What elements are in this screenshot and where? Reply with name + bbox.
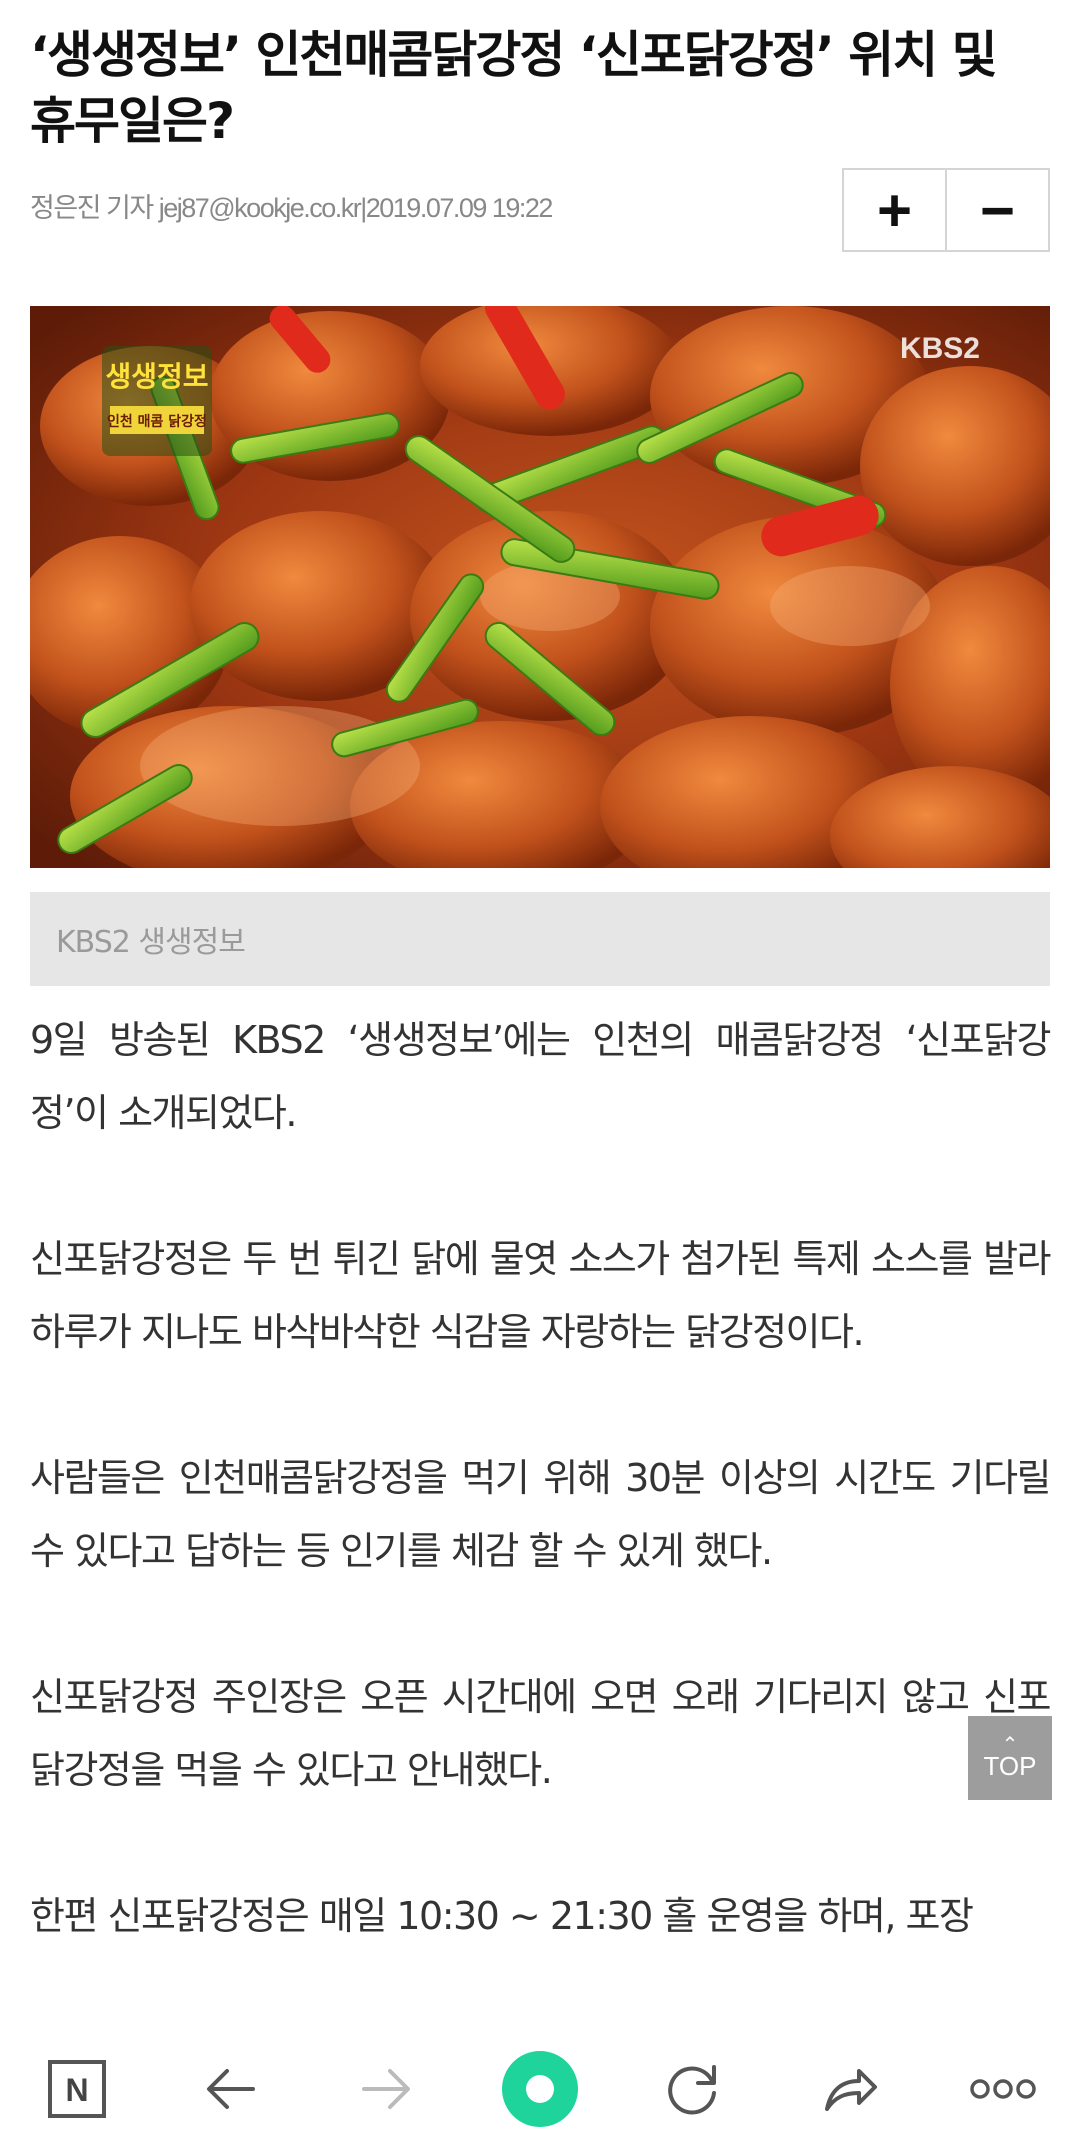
page: ‘생생정보’ 인천매콤닭강정 ‘신포닭강정’ 위치 및 휴무일은? 정은진 기자… <box>0 0 1080 2147</box>
arrow-right-icon <box>361 2068 410 2109</box>
scroll-top-button[interactable]: ⌃ TOP <box>968 1716 1052 1800</box>
share-icon <box>824 2068 877 2111</box>
article: ‘생생정보’ 인천매콤닭강정 ‘신포닭강정’ 위치 및 휴무일은? 정은진 기자… <box>30 0 1052 2026</box>
share-button[interactable] <box>799 2039 899 2139</box>
naver-n-label: N <box>66 2072 89 2108</box>
show-logo-text: 생생정보 <box>105 360 208 393</box>
byline-datetime: 2019.07.09 19:22 <box>365 193 554 223</box>
font-size-controls: + − <box>842 168 1050 252</box>
paragraph: 사람들은 인천매콤닭강정을 먹기 위해 30분 이상의 시간도 기다릴 수 있다… <box>30 1456 1052 1573</box>
font-decrease-button[interactable]: − <box>945 170 1048 250</box>
article-photo: 생생정보 인천 매콤 닭강정 KBS2 <box>30 306 1050 868</box>
byline-author: 정은진 기자 <box>30 193 154 223</box>
refresh-icon <box>668 2064 717 2114</box>
paragraph: 신포닭강정은 두 번 튀긴 닭에 물엿 소스가 첨가된 특제 소스를 발라 하루… <box>30 1237 1052 1354</box>
paragraph: 9일 방송된 KBS2 ‘생생정보’에는 인천의 매콤닭강정 ‘신포닭강정’이 … <box>30 1018 1052 1135</box>
meta-row: 정은진 기자 jej87@kookje.co.kr|2019.07.09 19:… <box>30 168 1050 258</box>
refresh-button[interactable] <box>644 2039 744 2139</box>
arrow-left-icon <box>207 2068 256 2109</box>
back-button[interactable] <box>181 2039 281 2139</box>
fried-chicken-image: 생생정보 인천 매콤 닭강정 KBS2 <box>30 306 1050 868</box>
naver-n-icon: N <box>48 2059 107 2118</box>
photo-caption: KBS2 생생정보 <box>30 892 1050 986</box>
more-button[interactable] <box>953 2039 1053 2139</box>
byline-email[interactable]: jej87@kookje.co.kr <box>159 193 362 223</box>
paragraph: 신포닭강정 주인장은 오픈 시간대에 오면 오래 기다리지 않고 신포닭강정을 … <box>30 1675 1052 1792</box>
show-logo: 생생정보 인천 매콤 닭강정 <box>102 346 212 456</box>
more-icon <box>970 2078 1036 2099</box>
scroll-top-label: TOP <box>983 1751 1037 1781</box>
forward-button[interactable] <box>336 2039 436 2139</box>
naver-home-button[interactable]: N <box>27 2039 127 2139</box>
headline: ‘생생정보’ 인천매콤닭강정 ‘신포닭강정’ 위치 및 휴무일은? <box>30 26 998 150</box>
green-dot-icon <box>501 2050 578 2127</box>
font-increase-button[interactable]: + <box>844 170 945 250</box>
show-logo-sub: 인천 매콤 닭강정 <box>107 413 207 430</box>
paragraph: 한편 신포닭강정은 매일 10:30 ~ 21:30 홀 운영을 하며, 포장 <box>30 1894 974 1938</box>
article-body: 9일 방송된 KBS2 ‘생생정보’에는 인천의 매콤닭강정 ‘신포닭강정’이 … <box>30 1004 1052 1953</box>
bottom-navigation-bar: N <box>0 2030 1080 2147</box>
kbs2-watermark: KBS2 <box>900 332 980 365</box>
byline: 정은진 기자 jej87@kookje.co.kr|2019.07.09 19:… <box>30 186 554 225</box>
green-dot-button[interactable] <box>490 2039 590 2139</box>
